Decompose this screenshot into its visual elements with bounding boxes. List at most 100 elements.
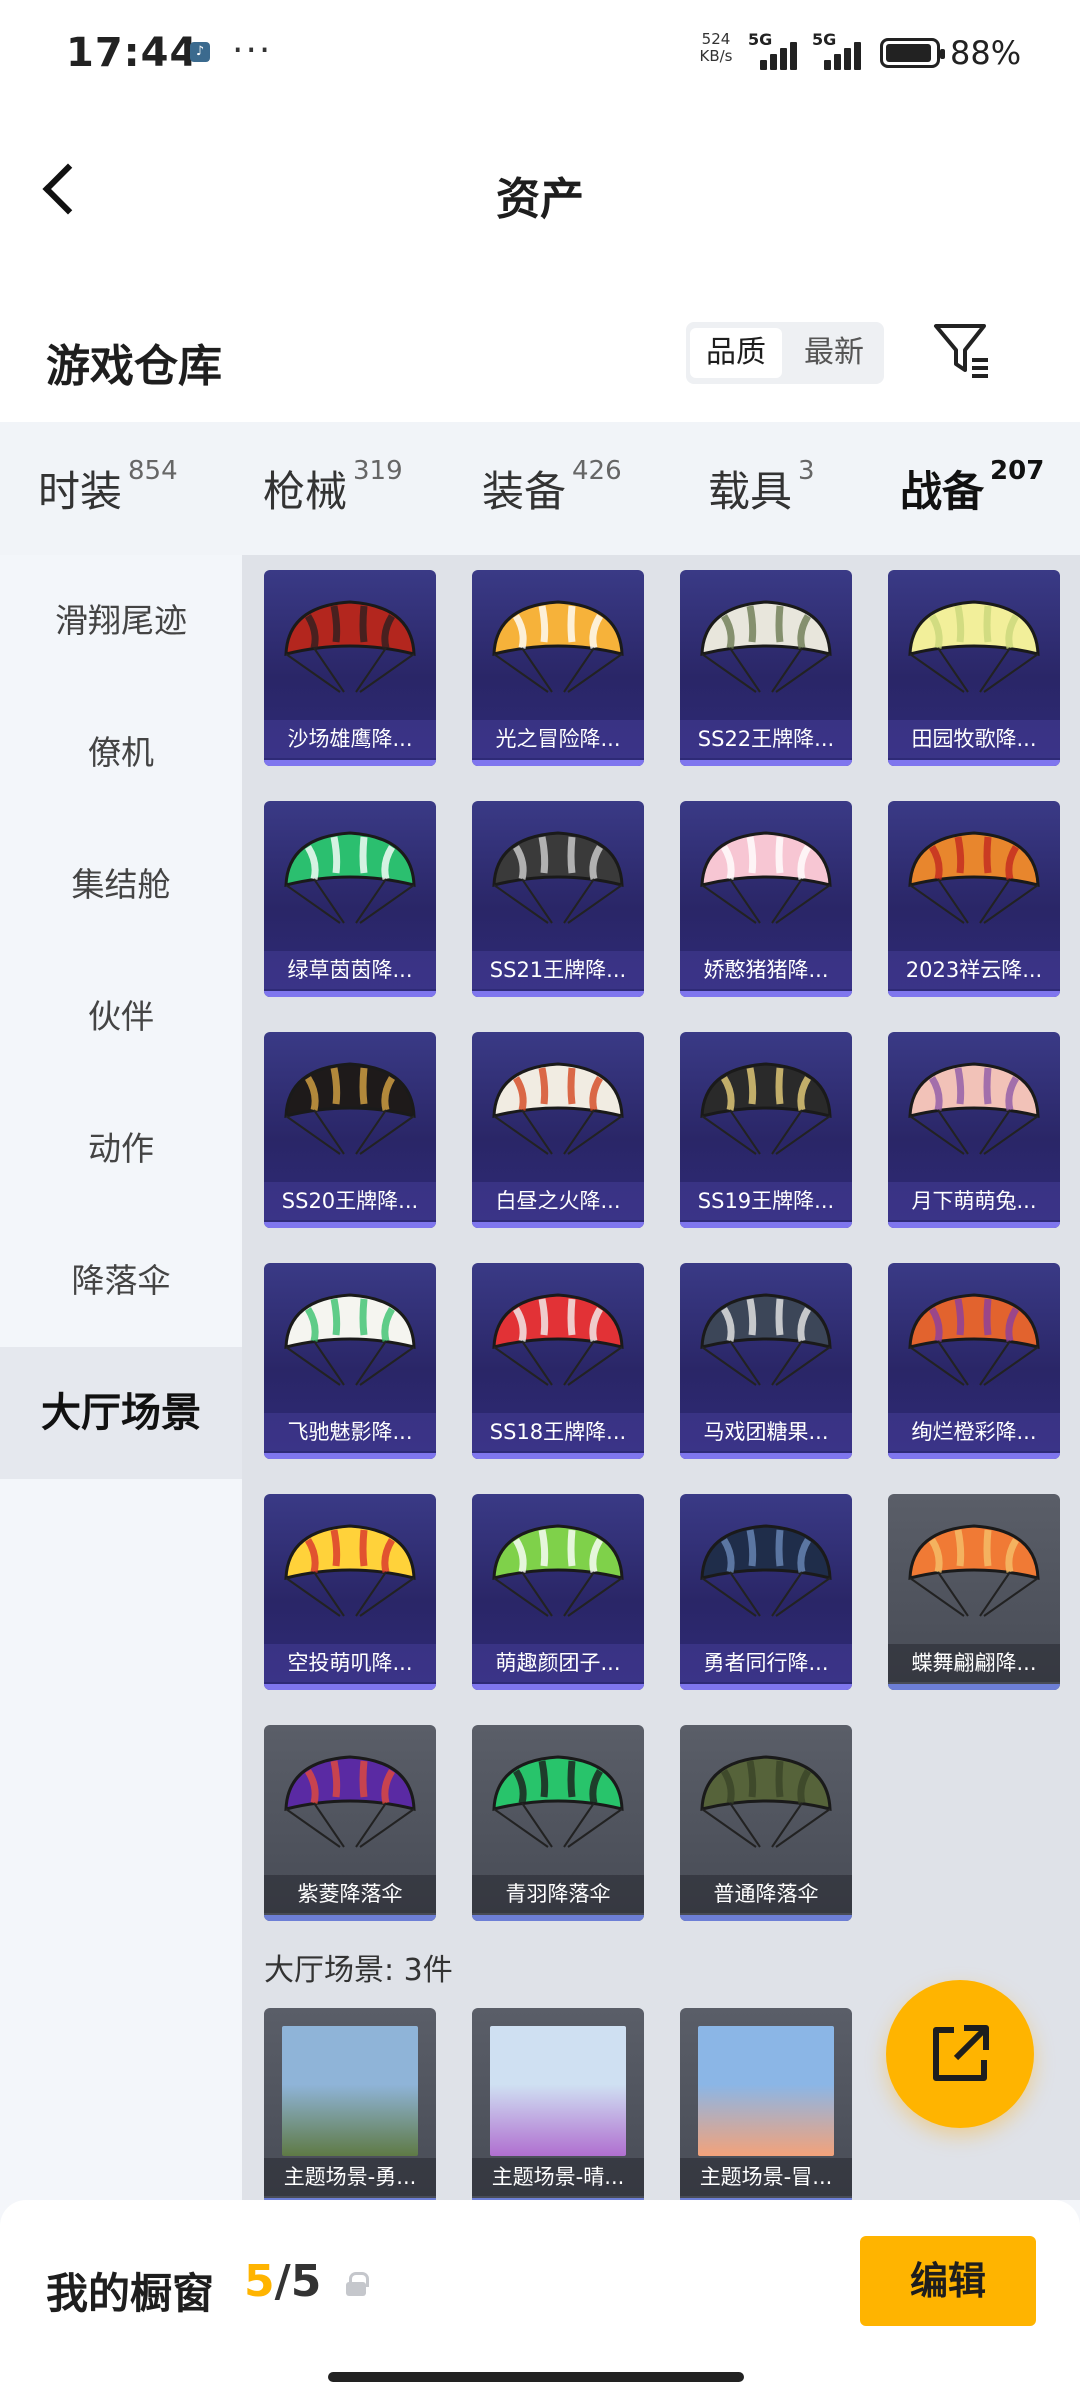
parachute-card[interactable]: 田园牧歌降...: [888, 570, 1060, 766]
parachute-card[interactable]: 绚烂橙彩降...: [888, 1263, 1060, 1459]
warehouse-header: 游戏仓库 品质 最新: [0, 270, 1080, 422]
parachute-image: [284, 831, 416, 924]
showcase-bar: 我的橱窗 5/5 编辑: [0, 2200, 1080, 2400]
parachute-card[interactable]: 娇憨猪猪降...: [680, 801, 852, 997]
parachute-card[interactable]: 勇者同行降...: [680, 1494, 852, 1690]
parachute-image: [908, 600, 1040, 693]
parachute-image: [492, 1062, 624, 1155]
status-time: 17:44: [66, 30, 199, 76]
parachute-card[interactable]: 2023祥云降...: [888, 801, 1060, 997]
section-title: 大厅场景: 3件: [264, 1953, 453, 1988]
warehouse-title: 游戏仓库: [46, 341, 222, 392]
parachute-card[interactable]: 马戏团糖果...: [680, 1263, 852, 1459]
tab-equipment[interactable]: 装备 426: [482, 456, 622, 519]
parachute-image: [284, 1524, 416, 1617]
parachute-card[interactable]: 青羽降落伞: [472, 1725, 644, 1921]
signal-icon-2: 5G: [812, 30, 868, 70]
parachute-image: [492, 1755, 624, 1848]
parachute-card[interactable]: SS22王牌降...: [680, 570, 852, 766]
tab-supplies[interactable]: 战备 207: [900, 456, 1044, 565]
parachute-image: [700, 600, 832, 693]
parachute-card[interactable]: SS19王牌降...: [680, 1032, 852, 1228]
parachute-image: [908, 1524, 1040, 1617]
item-name: 空投萌叽降...: [264, 1644, 436, 1682]
item-name: 紫菱降落伞: [264, 1875, 436, 1913]
item-name: 月下萌萌兔...: [888, 1182, 1060, 1220]
page-title: 资产: [496, 174, 584, 225]
parachute-image: [284, 600, 416, 693]
external-link-icon: [933, 2025, 989, 2081]
sidebar-item-partner[interactable]: 伙伴: [0, 951, 242, 1083]
parachute-image: [492, 1524, 624, 1617]
sidebar-item-emote[interactable]: 动作: [0, 1083, 242, 1215]
scene-card[interactable]: 主题场景-冒...: [680, 2008, 852, 2204]
item-name: 普通降落伞: [680, 1875, 852, 1913]
scene-card[interactable]: 主题场景-勇...: [264, 2008, 436, 2204]
network-speed: 524 KB/s: [699, 30, 733, 65]
edit-button[interactable]: 编辑: [860, 2236, 1036, 2326]
showcase-total: /5: [274, 2256, 322, 2307]
item-name: 主题场景-勇...: [264, 2158, 436, 2196]
parachute-image: [284, 1062, 416, 1155]
parachute-card[interactable]: 空投萌叽降...: [264, 1494, 436, 1690]
parachute-image: [492, 831, 624, 924]
tab-guns[interactable]: 枪械 319: [263, 456, 403, 519]
sort-quality-button[interactable]: 品质: [690, 328, 782, 378]
tab-fashion[interactable]: 时装 854: [38, 456, 178, 519]
network-type-2: 5G: [812, 30, 837, 49]
item-name: SS19王牌降...: [680, 1182, 852, 1220]
sidebar-item-lobby-scene[interactable]: 大厅场景: [0, 1347, 242, 1479]
sidebar-item-wingman[interactable]: 僚机: [0, 687, 242, 819]
item-name: 白昼之火降...: [472, 1182, 644, 1220]
lock-icon: [346, 2272, 369, 2296]
item-name: 娇憨猪猪降...: [680, 951, 852, 989]
parachute-card[interactable]: SS20王牌降...: [264, 1032, 436, 1228]
scene-card[interactable]: 主题场景-晴...: [472, 2008, 644, 2204]
sort-newest-button[interactable]: 最新: [788, 328, 880, 378]
showcase-label: 我的橱窗: [46, 2269, 215, 2318]
item-name: SS20王牌降...: [264, 1182, 436, 1220]
parachute-card[interactable]: 蝶舞翩翩降...: [888, 1494, 1060, 1690]
sidebar-item-glide-trail[interactable]: 滑翔尾迹: [0, 555, 242, 687]
parachute-card[interactable]: 绿草茵茵降...: [264, 801, 436, 997]
parachute-card[interactable]: SS21王牌降...: [472, 801, 644, 997]
battery-percent: 88%: [950, 34, 1022, 72]
item-name: 勇者同行降...: [680, 1644, 852, 1682]
item-name: SS18王牌降...: [472, 1413, 644, 1451]
tab-count: 319: [353, 456, 403, 486]
parachute-card[interactable]: 光之冒险降...: [472, 570, 644, 766]
parachute-card[interactable]: 沙场雄鹰降...: [264, 570, 436, 766]
parachute-image: [492, 1293, 624, 1386]
item-name: SS22王牌降...: [680, 720, 852, 758]
tab-count: 426: [572, 456, 622, 486]
filter-icon[interactable]: [932, 320, 992, 382]
share-button[interactable]: [886, 1980, 1034, 2128]
tab-label: 战备: [900, 467, 985, 516]
sidebar-item-parachute[interactable]: 降落伞: [0, 1215, 242, 1347]
more-notifications-icon: ···: [232, 30, 273, 71]
sidebar-item-pod[interactable]: 集结舱: [0, 819, 242, 951]
parachute-card[interactable]: SS18王牌降...: [472, 1263, 644, 1459]
item-name: 主题场景-晴...: [472, 2158, 644, 2196]
parachute-card[interactable]: 萌趣颜团子...: [472, 1494, 644, 1690]
item-name: 马戏团糖果...: [680, 1413, 852, 1451]
parachute-card[interactable]: 月下萌萌兔...: [888, 1032, 1060, 1228]
item-name: 绿草茵茵降...: [264, 951, 436, 989]
parachute-image: [908, 1293, 1040, 1386]
tab-label: 枪械: [263, 467, 348, 516]
parachute-card[interactable]: 飞驰魅影降...: [264, 1263, 436, 1459]
item-name: 主题场景-冒...: [680, 2158, 852, 2196]
item-name: 飞驰魅影降...: [264, 1413, 436, 1451]
showcase-count: 5/5: [244, 2256, 321, 2307]
parachute-card[interactable]: 白昼之火降...: [472, 1032, 644, 1228]
tab-vehicles[interactable]: 载具 3: [708, 456, 815, 519]
sidebar: 滑翔尾迹 僚机 集结舱 伙伴 动作 降落伞 大厅场景: [0, 555, 242, 2200]
parachute-card[interactable]: 普通降落伞: [680, 1725, 852, 1921]
parachute-card[interactable]: 紫菱降落伞: [264, 1725, 436, 1921]
parachute-image: [492, 600, 624, 693]
battery-icon: [880, 38, 945, 68]
tab-count: 3: [798, 456, 815, 486]
parachute-image: [284, 1755, 416, 1848]
signal-icon: 5G: [748, 30, 804, 70]
item-name: 田园牧歌降...: [888, 720, 1060, 758]
